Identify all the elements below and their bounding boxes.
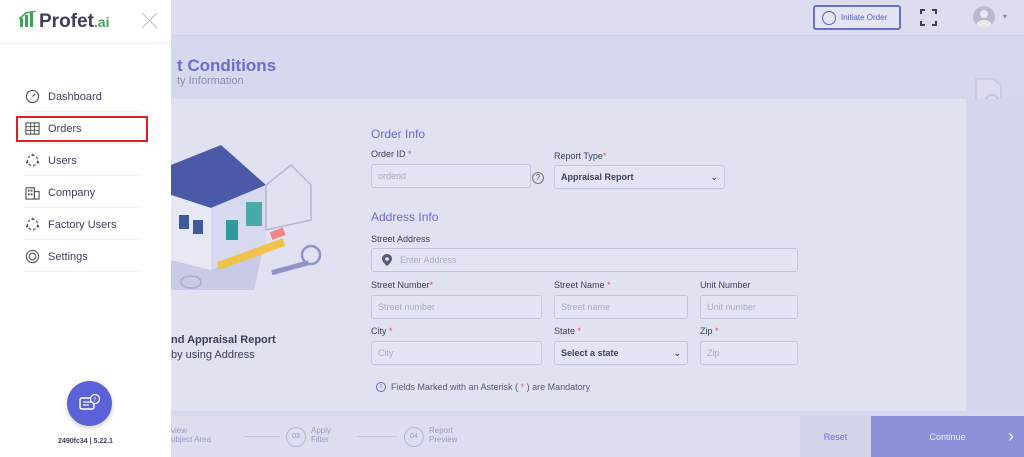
step-4-number: 04 bbox=[404, 427, 424, 447]
help-icon[interactable]: ? bbox=[532, 172, 544, 184]
unit-number-label: Unit Number bbox=[700, 280, 751, 290]
initiate-order-label: Initiate Order bbox=[841, 13, 888, 22]
continue-button[interactable]: Continue › bbox=[871, 416, 1024, 457]
sidebar-divider bbox=[0, 43, 171, 44]
search-icon bbox=[822, 10, 836, 25]
zip-label: Zip * bbox=[700, 326, 719, 336]
sidebar: Profet .ai Dashboard Orders Users Company… bbox=[0, 0, 171, 457]
street-number-input[interactable]: Street number bbox=[371, 295, 542, 319]
right-panel bbox=[966, 99, 1024, 411]
street-number-label: Street Number* bbox=[371, 280, 434, 290]
sidebar-item-users[interactable]: Users bbox=[24, 146, 140, 176]
gauge-icon bbox=[24, 89, 40, 105]
chevron-down-icon: ⌄ bbox=[710, 171, 718, 182]
chevron-down-icon: ⌄ bbox=[673, 347, 681, 358]
logo: Profet .ai bbox=[19, 11, 109, 33]
street-address-label: Street Address bbox=[371, 234, 431, 244]
step-2-label: view ubject Area bbox=[171, 426, 212, 444]
sidebar-item-settings[interactable]: Settings bbox=[24, 242, 140, 272]
logo-mark-icon bbox=[19, 11, 37, 27]
order-id-input[interactable]: orderid bbox=[371, 164, 531, 188]
factory-users-icon bbox=[24, 217, 40, 233]
step-3-number: 03 bbox=[286, 427, 306, 447]
settings-icon bbox=[24, 249, 40, 265]
users-icon bbox=[24, 153, 40, 169]
page-title: t Conditions bbox=[177, 56, 277, 75]
sidebar-item-label: Factory Users bbox=[48, 218, 117, 231]
page-subtitle: ty Information bbox=[177, 75, 244, 87]
street-name-label: Street Name * bbox=[554, 280, 611, 290]
promo-title: nd Appraisal Report bbox=[171, 334, 276, 346]
unit-number-input[interactable]: Unit number bbox=[700, 295, 798, 319]
zip-input[interactable]: Zip bbox=[700, 341, 798, 365]
address-info-title: Address Info bbox=[371, 210, 439, 224]
user-avatar[interactable] bbox=[973, 6, 995, 28]
orders-highlight-box bbox=[16, 116, 148, 142]
step-connector bbox=[244, 436, 280, 437]
chevron-down-icon[interactable]: ▾ bbox=[1003, 12, 1007, 21]
state-label: State * bbox=[554, 326, 582, 336]
step-3-label: Apply Filter bbox=[311, 426, 332, 444]
step-4-label: Report Preview bbox=[429, 426, 458, 444]
chevron-right-icon: › bbox=[1008, 426, 1014, 446]
step-connector bbox=[357, 436, 397, 437]
order-info-title: Order Info bbox=[371, 127, 426, 141]
initiate-order-button[interactable]: Initiate Order bbox=[813, 5, 901, 30]
city-input[interactable]: City bbox=[371, 341, 542, 365]
location-pin-icon bbox=[382, 254, 392, 266]
state-select[interactable]: Select a state ⌄ bbox=[554, 341, 688, 365]
report-type-select[interactable]: Appraisal Report ⌄ bbox=[554, 165, 725, 189]
sidebar-item-dashboard[interactable]: Dashboard bbox=[24, 82, 140, 112]
street-name-input[interactable]: Street name bbox=[554, 295, 688, 319]
close-icon[interactable] bbox=[141, 11, 159, 29]
street-address-input[interactable]: Enter Address bbox=[371, 248, 798, 272]
order-id-label: Order ID * bbox=[371, 149, 412, 159]
sidebar-item-label: Settings bbox=[48, 250, 88, 263]
sidebar-item-label: Users bbox=[48, 154, 77, 167]
sidebar-item-label: Company bbox=[48, 186, 96, 199]
svg-text:?: ? bbox=[93, 396, 96, 403]
promo-subtitle: by using Address bbox=[171, 349, 255, 361]
chat-icon: ? bbox=[78, 393, 100, 410]
house-illustration bbox=[171, 145, 322, 290]
sidebar-item-factory-users[interactable]: Factory Users bbox=[24, 210, 140, 240]
sidebar-item-label: Dashboard bbox=[48, 90, 102, 103]
fullscreen-icon[interactable] bbox=[920, 9, 937, 26]
city-label: City * bbox=[371, 326, 393, 336]
report-type-label: Report Type* bbox=[554, 151, 607, 161]
version-label: 2490fc34 | 5.22.1 bbox=[58, 438, 113, 445]
sidebar-item-company[interactable]: Company bbox=[24, 178, 140, 208]
mandatory-note: i Fields Marked with an Asterisk ( * ) a… bbox=[376, 382, 590, 392]
building-icon bbox=[24, 185, 40, 201]
chat-support-button[interactable]: ? bbox=[67, 381, 112, 426]
info-icon: i bbox=[376, 382, 386, 392]
reset-button[interactable]: Reset bbox=[800, 416, 871, 457]
